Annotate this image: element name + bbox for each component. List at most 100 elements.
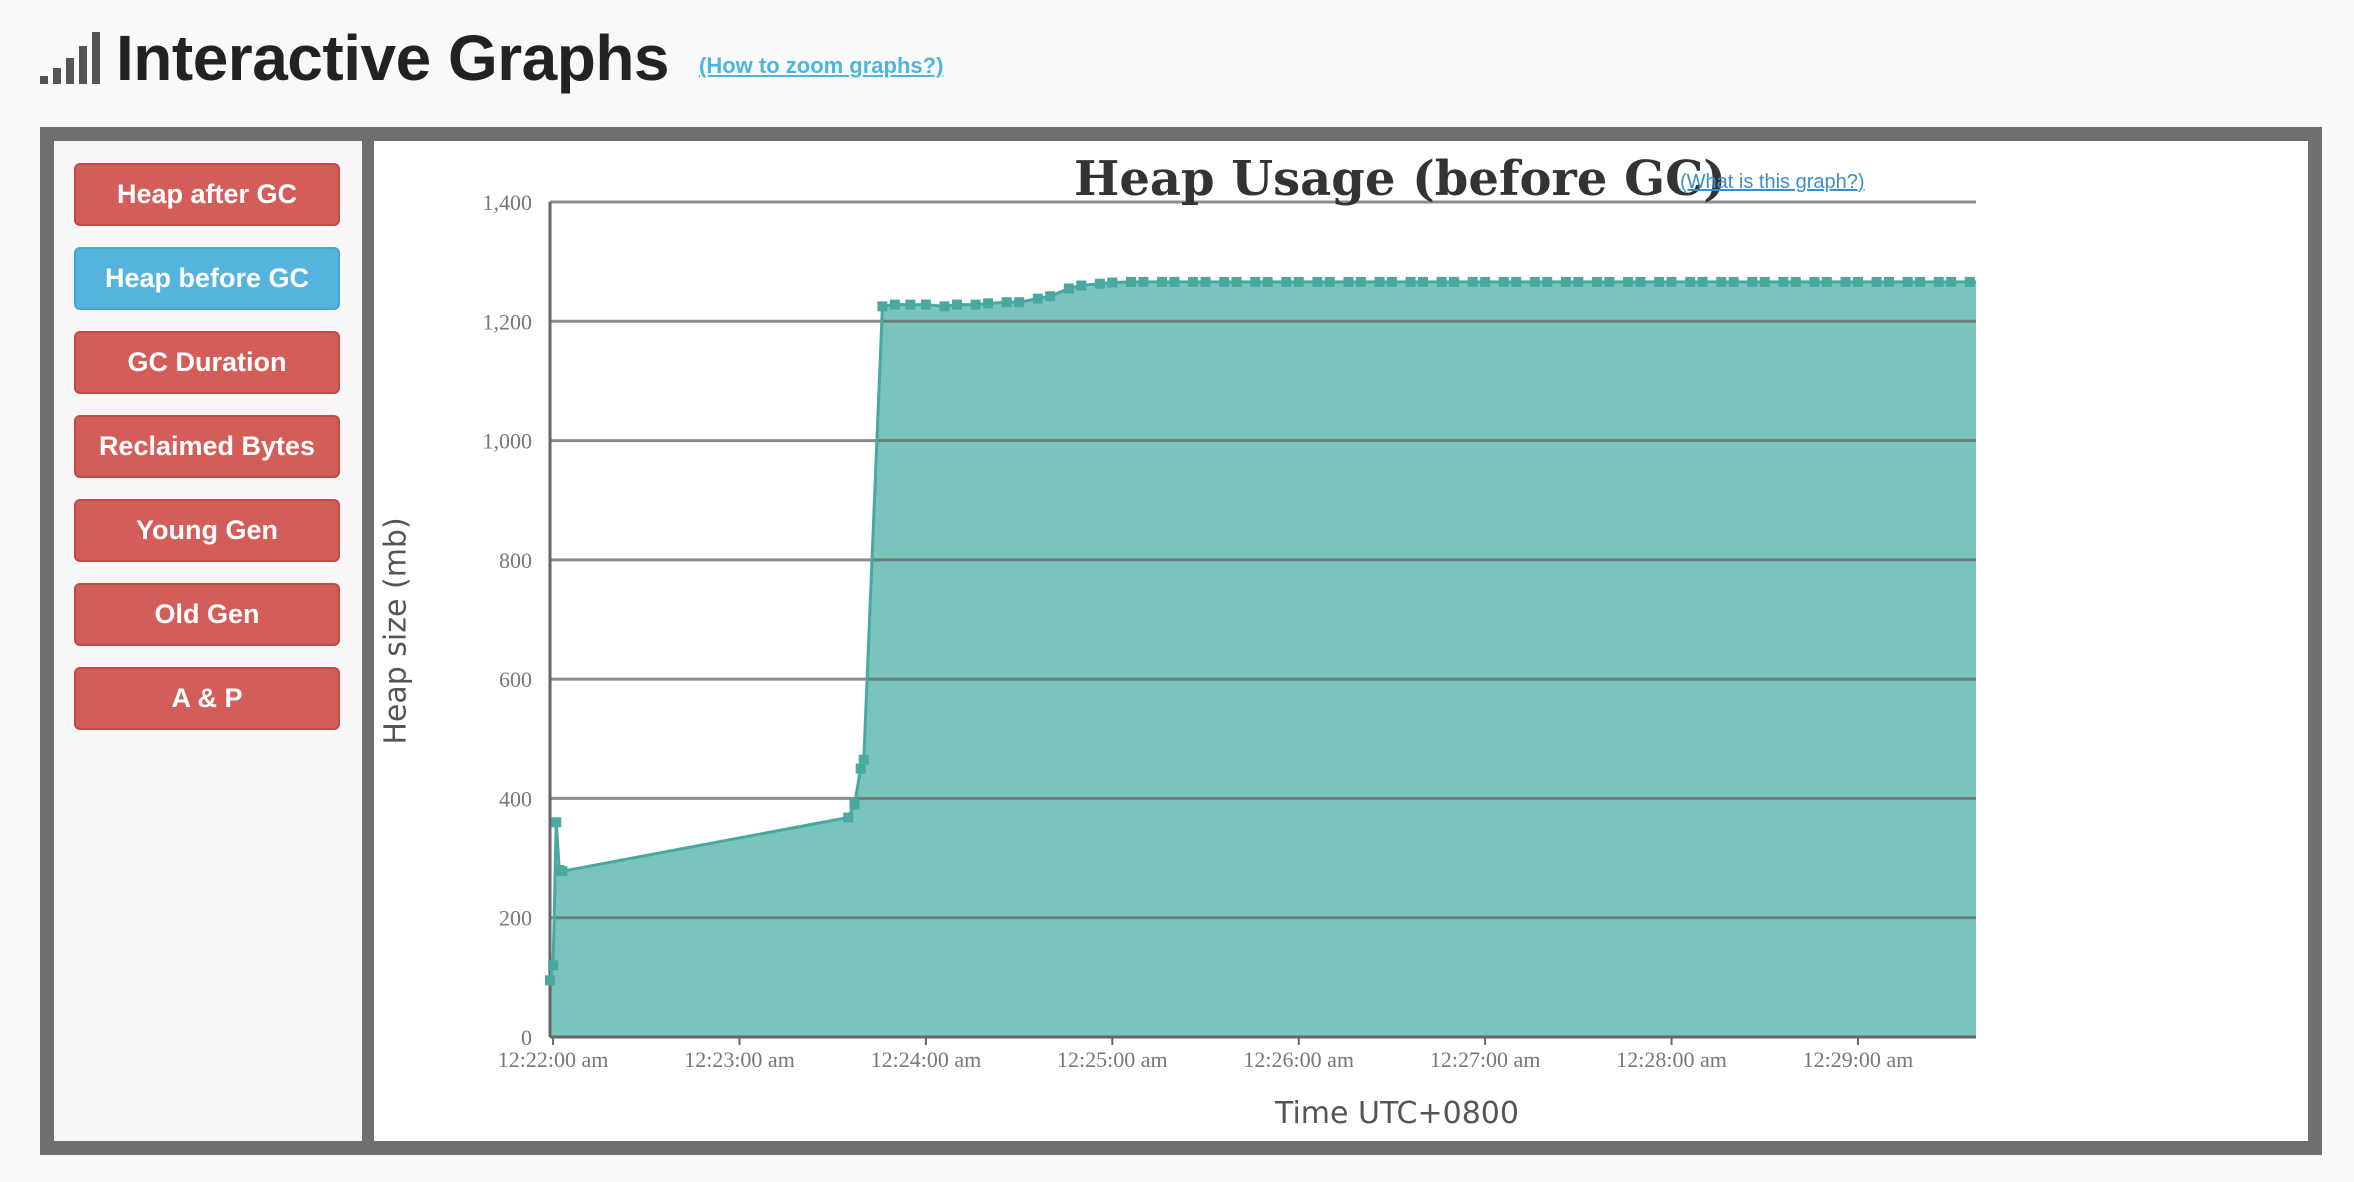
x-tick-label: 12:29:00 am xyxy=(1803,1047,1914,1072)
page-title: Interactive Graphs xyxy=(116,22,670,94)
data-point xyxy=(1542,276,1553,287)
data-point xyxy=(1032,293,1043,304)
data-point xyxy=(1386,276,1397,287)
data-point xyxy=(1728,276,1739,287)
data-point xyxy=(1529,276,1540,287)
data-point xyxy=(1809,276,1820,287)
chart-title: Heap Usage (before GC) xyxy=(1074,151,1726,207)
x-tick-label: 12:28:00 am xyxy=(1616,1047,1727,1072)
data-point xyxy=(1250,276,1261,287)
data-point xyxy=(849,799,860,810)
data-point xyxy=(858,754,869,765)
data-point xyxy=(970,299,981,310)
data-point xyxy=(1312,276,1323,287)
data-point xyxy=(1946,276,1957,287)
data-point xyxy=(1747,276,1758,287)
data-point xyxy=(1915,276,1926,287)
x-tick-label: 12:26:00 am xyxy=(1243,1047,1354,1072)
data-point xyxy=(1063,283,1074,294)
y-tick-label: 200 xyxy=(499,906,532,931)
data-point xyxy=(877,301,888,312)
data-point xyxy=(557,866,568,877)
y-tick-label: 1,200 xyxy=(483,309,533,334)
data-point xyxy=(905,299,916,310)
data-point xyxy=(1654,276,1665,287)
data-point xyxy=(889,299,900,310)
data-point xyxy=(1014,297,1025,308)
data-point xyxy=(1405,276,1416,287)
data-point xyxy=(1231,276,1242,287)
data-point xyxy=(1697,276,1708,287)
data-point xyxy=(1467,276,1478,287)
gc-duration-button[interactable]: GC Duration xyxy=(74,331,340,394)
page-header: Interactive Graphs (How to zoom graphs?) xyxy=(40,18,943,98)
old-gen-button[interactable]: Old Gen xyxy=(74,583,340,646)
series-area xyxy=(550,281,1976,1037)
data-point xyxy=(1374,276,1385,287)
data-point xyxy=(1964,276,1975,287)
data-point xyxy=(855,763,866,774)
y-tick-label: 1,000 xyxy=(483,429,533,454)
data-point xyxy=(1436,276,1447,287)
data-point xyxy=(1169,276,1180,287)
y-axis-title: Heap size (mb) xyxy=(378,517,414,745)
x-tick-label: 12:23:00 am xyxy=(684,1047,795,1072)
data-point xyxy=(1262,276,1273,287)
data-point xyxy=(939,301,950,312)
data-point xyxy=(551,817,562,828)
data-point xyxy=(1790,276,1801,287)
data-point xyxy=(1076,280,1087,291)
data-point xyxy=(1635,276,1646,287)
x-axis-title: Time UTC+0800 xyxy=(1275,1096,1519,1131)
data-point xyxy=(1902,276,1913,287)
data-point xyxy=(1933,276,1944,287)
heap-after-gc-button[interactable]: Heap after GC xyxy=(74,163,340,226)
how-to-zoom-link[interactable]: (How to zoom graphs?) xyxy=(699,53,943,79)
a-and-p-button[interactable]: A & P xyxy=(74,667,340,730)
data-point xyxy=(1604,276,1615,287)
data-point xyxy=(1094,278,1105,289)
data-point xyxy=(1157,276,1168,287)
x-tick-label: 12:24:00 am xyxy=(871,1047,982,1072)
data-point xyxy=(1852,276,1863,287)
data-point xyxy=(1281,276,1292,287)
signal-bars-icon xyxy=(40,32,100,84)
data-point xyxy=(1001,297,1012,308)
y-tick-label: 400 xyxy=(499,786,532,811)
x-tick-label: 12:25:00 am xyxy=(1057,1047,1168,1072)
data-point xyxy=(1498,276,1509,287)
data-point xyxy=(983,298,994,309)
data-point xyxy=(1293,276,1304,287)
heap-usage-chart[interactable]: 0 200 400 600 800 1,000 1,200 1,400 12:22:00 am 1… xyxy=(374,141,2308,1141)
x-tick-label: 12:22:00 am xyxy=(498,1047,609,1072)
data-point xyxy=(920,299,931,310)
data-point xyxy=(1480,276,1491,287)
data-point xyxy=(1821,276,1832,287)
data-point xyxy=(1884,276,1895,287)
data-point xyxy=(1417,276,1428,287)
data-point xyxy=(951,299,962,310)
graph-selector-sidebar: Heap after GC Heap before GC GC Duration… xyxy=(54,141,362,1141)
what-is-this-graph-link[interactable]: (What is this graph?) xyxy=(1680,171,1865,194)
data-point xyxy=(1045,291,1056,302)
data-point xyxy=(1125,276,1136,287)
y-tick-label: 600 xyxy=(499,667,532,692)
data-point xyxy=(545,975,555,986)
chart-canvas[interactable]: 02004006008001,0001,2001,40012:22:00 am 1… xyxy=(374,141,2308,1141)
data-point xyxy=(843,812,854,823)
data-point xyxy=(1573,276,1584,287)
x-tick-label: 12:27:00 am xyxy=(1430,1047,1541,1072)
data-point xyxy=(1200,276,1211,287)
data-point xyxy=(1107,277,1118,288)
data-point xyxy=(1324,276,1335,287)
data-point xyxy=(1219,276,1230,287)
reclaimed-bytes-button[interactable]: Reclaimed Bytes xyxy=(74,415,340,478)
heap-before-gc-button[interactable]: Heap before GC xyxy=(74,247,340,310)
graphs-container: Heap after GC Heap before GC GC Duration… xyxy=(40,127,2322,1155)
data-point xyxy=(1778,276,1789,287)
data-point xyxy=(1138,276,1149,287)
young-gen-button[interactable]: Young Gen xyxy=(74,499,340,562)
data-point xyxy=(1759,276,1770,287)
data-point xyxy=(1666,276,1677,287)
y-tick-label: 1,400 xyxy=(483,190,533,215)
